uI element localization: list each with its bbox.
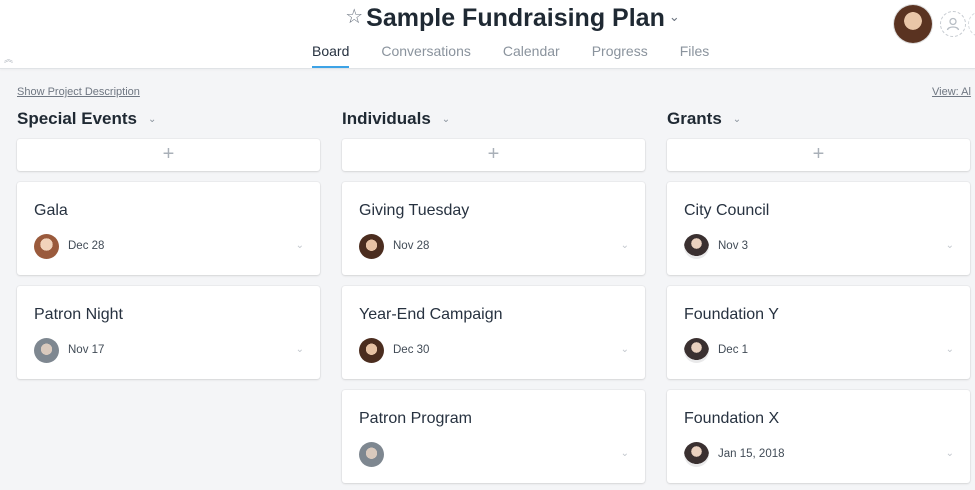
chevron-down-icon[interactable]: ⌄ xyxy=(946,448,954,459)
column-title: Special Events xyxy=(17,109,138,128)
project-title-bar: ☆ Sample Fundraising Plan ⌄ xyxy=(0,4,975,33)
view-all-link[interactable]: View: Al xyxy=(932,86,971,98)
person-icon xyxy=(946,17,960,31)
task-card[interactable]: Patron Program ⌄ xyxy=(342,390,645,483)
tab-files[interactable]: Files xyxy=(680,43,710,68)
due-date[interactable]: Dec 1 xyxy=(718,344,748,356)
assignee-avatar[interactable] xyxy=(359,442,384,467)
assignee-avatar[interactable] xyxy=(359,338,384,363)
task-card[interactable]: Foundation Y Dec 1 ⌄ xyxy=(667,286,970,379)
due-date[interactable]: Nov 17 xyxy=(68,344,104,356)
chevron-down-icon[interactable]: ⌄ xyxy=(621,448,629,459)
assignee-avatar[interactable] xyxy=(684,338,709,363)
chevron-down-icon[interactable]: ⌄ xyxy=(621,344,629,355)
task-title: Patron Night xyxy=(34,306,123,323)
task-title: Patron Program xyxy=(359,410,472,427)
star-icon[interactable]: ☆ xyxy=(345,6,363,28)
tab-progress[interactable]: Progress xyxy=(592,43,648,68)
assignee-avatar[interactable] xyxy=(684,442,709,467)
add-task-button[interactable]: + xyxy=(17,139,320,171)
column-header: Grants ⌄ xyxy=(667,108,970,130)
task-title: Foundation X xyxy=(684,410,780,427)
chevron-down-icon[interactable]: ⌄ xyxy=(946,344,954,355)
board-column-grants: Grants ⌄ + City Council Nov 3 ⌄ Foundati… xyxy=(667,108,970,483)
task-card[interactable]: Year-End Campaign Dec 30 ⌄ xyxy=(342,286,645,379)
chevron-down-icon[interactable]: ⌄ xyxy=(296,344,304,355)
chevron-down-icon[interactable]: ⌄ xyxy=(296,240,304,251)
task-card[interactable]: City Council Nov 3 ⌄ xyxy=(667,182,970,275)
chevron-down-icon[interactable]: ⌄ xyxy=(442,114,450,125)
add-member-button[interactable] xyxy=(940,11,966,37)
chevron-down-icon[interactable]: ⌄ xyxy=(669,9,680,24)
project-title: Sample Fundraising Plan xyxy=(366,4,665,32)
user-avatar[interactable] xyxy=(894,5,932,43)
column-header: Special Events ⌄ xyxy=(17,108,320,130)
due-date[interactable]: Nov 28 xyxy=(393,240,429,252)
project-tabs: Board Conversations Calendar Progress Fi… xyxy=(312,43,741,68)
add-task-button[interactable]: + xyxy=(667,139,970,171)
assignee-avatar[interactable] xyxy=(684,234,709,259)
column-title: Individuals xyxy=(342,109,431,128)
show-project-description-link[interactable]: Show Project Description xyxy=(17,86,140,98)
chevron-down-icon[interactable]: ⌄ xyxy=(733,114,741,125)
collapse-header-icon[interactable]: ︽ xyxy=(4,52,13,65)
chevron-down-icon[interactable]: ⌄ xyxy=(621,240,629,251)
add-task-button[interactable]: + xyxy=(342,139,645,171)
task-title: Gala xyxy=(34,202,68,219)
task-card[interactable]: Patron Night Nov 17 ⌄ xyxy=(17,286,320,379)
column-title: Grants xyxy=(667,109,722,128)
chevron-down-icon[interactable]: ⌄ xyxy=(946,240,954,251)
assignee-avatar[interactable] xyxy=(34,234,59,259)
assignee-avatar[interactable] xyxy=(359,234,384,259)
tab-calendar[interactable]: Calendar xyxy=(503,43,560,68)
project-header: ︽ ☆ Sample Fundraising Plan ⌄ Board Conver… xyxy=(0,0,975,69)
task-title: City Council xyxy=(684,202,770,219)
task-title: Year-End Campaign xyxy=(359,306,503,323)
board-column-individuals: Individuals ⌄ + Giving Tuesday Nov 28 ⌄ … xyxy=(342,108,645,483)
tab-board[interactable]: Board xyxy=(312,43,350,68)
column-header: Individuals ⌄ xyxy=(342,108,645,130)
task-card[interactable]: Giving Tuesday Nov 28 ⌄ xyxy=(342,182,645,275)
due-date[interactable]: Nov 3 xyxy=(718,240,748,252)
board-column-special-events: Special Events ⌄ + Gala Dec 28 ⌄ Patron … xyxy=(17,108,320,379)
task-title: Foundation Y xyxy=(684,306,779,323)
assignee-avatar[interactable] xyxy=(34,338,59,363)
tab-conversations[interactable]: Conversations xyxy=(381,43,471,68)
chevron-down-icon[interactable]: ⌄ xyxy=(148,114,156,125)
task-title: Giving Tuesday xyxy=(359,202,470,219)
due-date[interactable]: Dec 28 xyxy=(68,240,104,252)
task-card[interactable]: Foundation X Jan 15, 2018 ⌄ xyxy=(667,390,970,483)
due-date[interactable]: Dec 30 xyxy=(393,344,429,356)
task-card[interactable]: Gala Dec 28 ⌄ xyxy=(17,182,320,275)
due-date[interactable]: Jan 15, 2018 xyxy=(718,448,785,460)
